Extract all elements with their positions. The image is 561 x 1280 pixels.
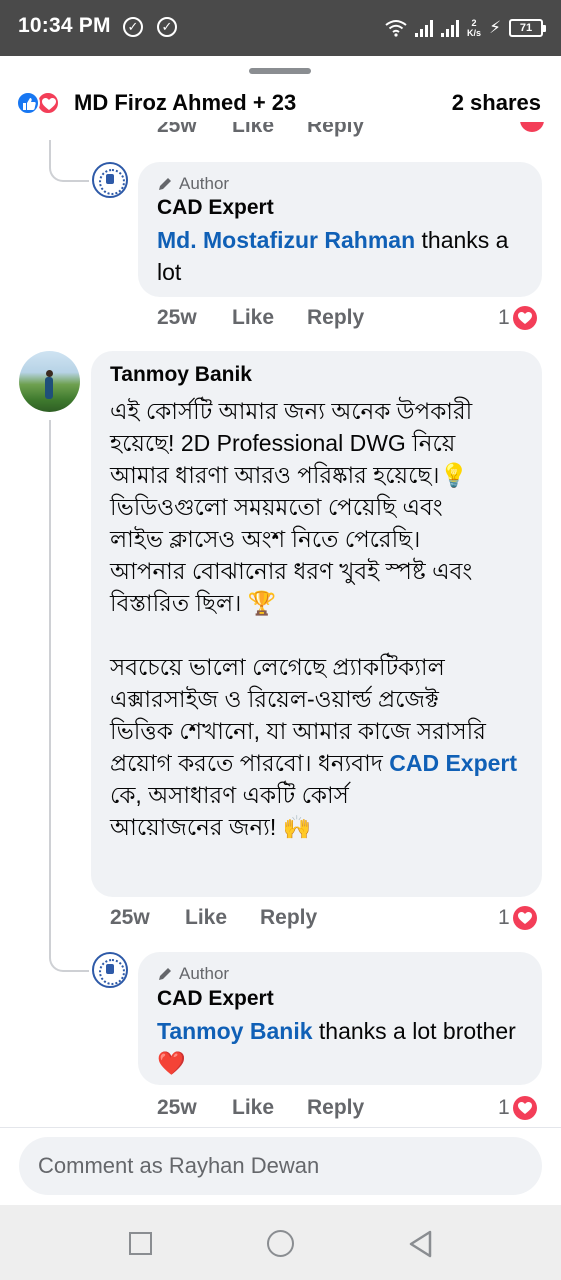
mention-link[interactable]: CAD Expert: [389, 750, 517, 776]
shares-count[interactable]: 2 shares: [452, 90, 541, 116]
like-reaction-icon: [16, 91, 40, 115]
comment-actions: 25w Like Reply: [157, 1096, 537, 1126]
like-button[interactable]: Like: [232, 122, 274, 138]
like-button[interactable]: Like: [232, 306, 274, 330]
recent-apps-button[interactable]: [129, 1232, 152, 1255]
reply-button[interactable]: Reply: [307, 122, 364, 138]
mention-link[interactable]: Tanmoy Banik: [157, 1018, 313, 1044]
signal-icon: [441, 19, 460, 37]
divider: [0, 1127, 561, 1128]
check-circle-icon: ✓: [157, 17, 177, 37]
commenter-name[interactable]: CAD Expert: [157, 987, 274, 1011]
comment-text: Tanmoy Banik thanks a lot brother ❤️: [157, 1018, 516, 1076]
commenter-name[interactable]: Tanmoy Banik: [110, 363, 252, 387]
wifi-icon: [385, 20, 407, 37]
mention-link[interactable]: Md. Mostafizur Rahman: [157, 227, 415, 253]
heart-icon: [512, 1096, 537, 1120]
home-button[interactable]: [267, 1230, 294, 1257]
signal-icon: [415, 19, 434, 37]
author-badge: Author: [179, 964, 230, 983]
commenter-name[interactable]: CAD Expert: [157, 196, 274, 220]
reaction-count[interactable]: 1: [498, 306, 537, 330]
heart-icon: [520, 122, 544, 132]
reply-button[interactable]: Reply: [307, 1096, 364, 1120]
thread-line: [49, 420, 51, 950]
reply-button[interactable]: Reply: [260, 906, 317, 930]
like-button[interactable]: Like: [232, 1096, 274, 1120]
reactions-summary[interactable]: MD Firoz Ahmed + 23: [74, 90, 296, 116]
check-circle-icon: ✓: [123, 17, 143, 37]
pencil-icon: [159, 968, 171, 980]
comment-time: 25w: [157, 306, 197, 329]
pencil-icon: [159, 178, 171, 190]
reply-button[interactable]: Reply: [307, 306, 364, 330]
avatar[interactable]: [92, 952, 128, 988]
heart-icon: [512, 306, 537, 330]
network-speed: 2 K/s: [467, 18, 482, 38]
thread-line: [49, 950, 89, 972]
comment-text: Md. Mostafizur Rahman thanks a lot: [157, 227, 509, 285]
thread-line: [49, 160, 89, 182]
thread-line: [49, 140, 51, 160]
comment-input[interactable]: [19, 1137, 542, 1195]
comment-time: 25w: [110, 906, 150, 929]
avatar[interactable]: [19, 351, 80, 412]
like-button[interactable]: Like: [185, 906, 227, 930]
back-button[interactable]: [408, 1229, 434, 1259]
comment-time: 25w: [157, 122, 197, 137]
author-badge: Author: [179, 174, 230, 193]
avatar[interactable]: [92, 162, 128, 198]
battery-icon: 71: [509, 19, 546, 37]
status-time: 10:34 PM: [18, 14, 111, 37]
reaction-count[interactable]: 1: [498, 906, 537, 930]
comment-actions: 25w Like Reply: [157, 306, 537, 336]
status-bar: 10:34 PM ✓ ✓ 2 K/s ⚡ 71: [0, 0, 561, 56]
drag-handle[interactable]: [249, 68, 311, 74]
charging-icon: ⚡: [489, 18, 501, 37]
comment-actions: 25w Like Reply: [110, 906, 490, 936]
reaction-count[interactable]: 1: [498, 1096, 537, 1120]
comment-time: 25w: [157, 1096, 197, 1119]
previous-comment-actions: 25w Like Reply: [0, 122, 561, 140]
comment-text: এই কোর্সটি আমার জন্য অনেক উপকারী হয়েছে!…: [110, 398, 518, 840]
heart-icon: [512, 906, 537, 930]
